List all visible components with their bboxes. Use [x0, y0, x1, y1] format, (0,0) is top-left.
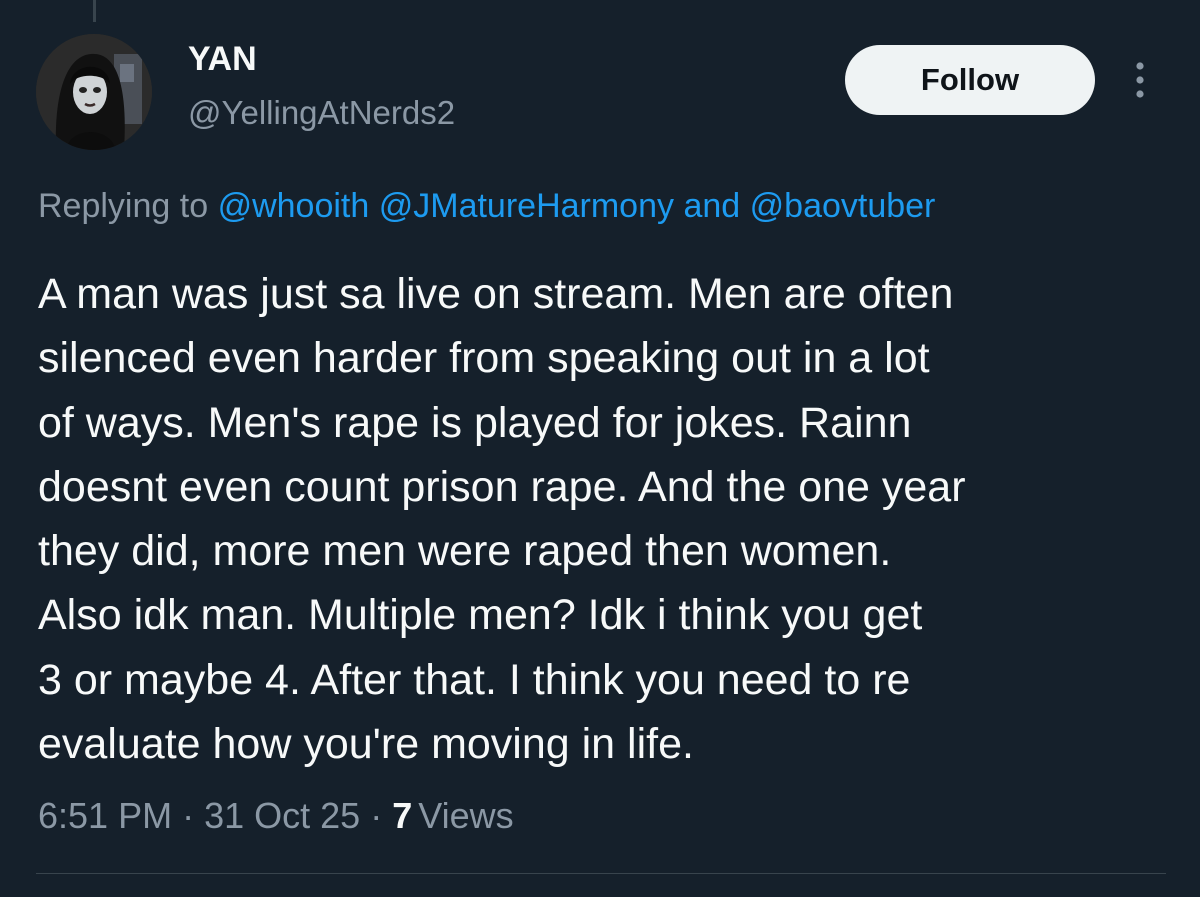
more-vertical-icon: [1136, 62, 1144, 98]
views-label: Views: [418, 795, 514, 836]
mention-link[interactable]: @JMatureHarmony: [379, 187, 674, 225]
tweet-date[interactable]: 31 Oct 25: [204, 795, 360, 836]
tweet-text: A man was just sa live on stream. Men ar…: [38, 262, 1168, 776]
divider: [36, 873, 1166, 874]
mention-link[interactable]: @baovtuber: [750, 187, 936, 225]
meta-separator: ·: [182, 795, 195, 836]
replying-to-prefix: Replying to: [38, 187, 209, 225]
more-options-button[interactable]: [1120, 58, 1160, 102]
tweet-time[interactable]: 6:51 PM: [38, 795, 172, 836]
views-count: 7: [392, 795, 413, 836]
tweet-text-line: Also idk man. Multiple men? Idk i think …: [38, 591, 923, 640]
thread-connector-line: [93, 0, 96, 22]
tweet-text-line: they did, more men were raped then women…: [38, 527, 892, 576]
tweet-text-line: of ways. Men's rape is played for jokes.…: [38, 398, 912, 447]
tweet-text-line: doesnt even count prison rape. And the o…: [38, 462, 966, 511]
tweet-text-line: silenced even harder from speaking out i…: [38, 334, 930, 383]
author-handle[interactable]: @YellingAtNerds2: [188, 96, 455, 129]
avatar[interactable]: [36, 34, 152, 150]
mention-link[interactable]: @whooith: [218, 187, 370, 225]
author-display-name[interactable]: YAN: [188, 42, 257, 76]
tweet-text-line: evaluate how you're moving in life.: [38, 720, 694, 769]
tweet-metadata: 6:51 PM · 31 Oct 25 · 7 Views: [38, 794, 514, 837]
replying-to-context: Replying to @whooith @JMatureHarmony and…: [38, 186, 935, 227]
tweet-text-line: A man was just sa live on stream. Men ar…: [38, 270, 954, 318]
follow-button[interactable]: Follow: [845, 45, 1095, 115]
avatar-image: [36, 34, 152, 150]
tweet-page: YAN @YellingAtNerds2 Follow Replying to …: [0, 0, 1200, 897]
mention-conjunction: and: [683, 187, 741, 225]
tweet-text-line: 3 or maybe 4. After that. I think you ne…: [38, 655, 911, 704]
meta-separator: ·: [370, 795, 383, 836]
